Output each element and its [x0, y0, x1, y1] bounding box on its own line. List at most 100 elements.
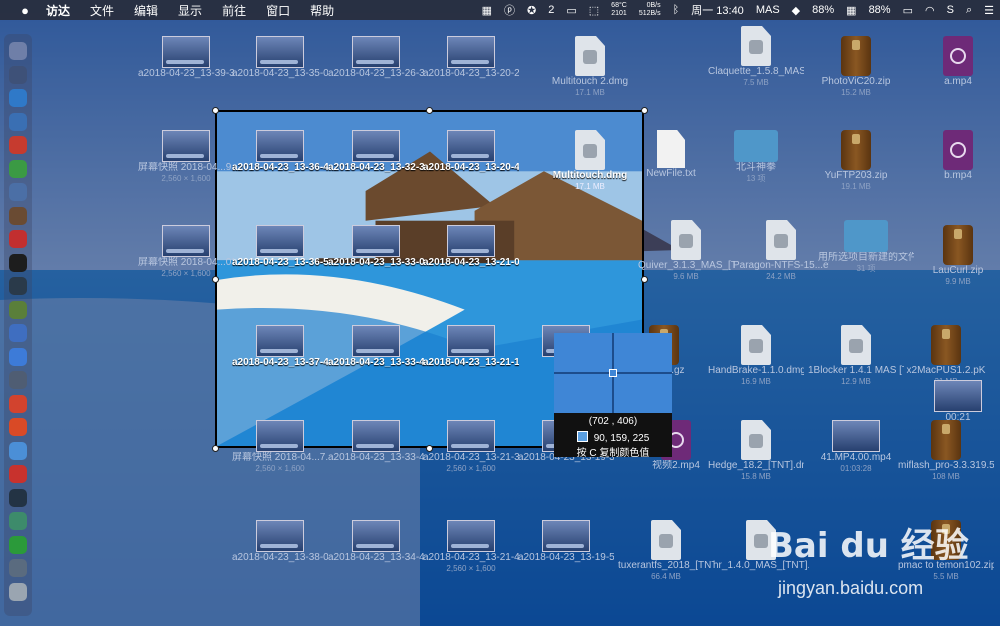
- migration-dock-icon[interactable]: [9, 183, 27, 201]
- transfer-dock-icon[interactable]: [9, 512, 27, 530]
- pref-dock-icon[interactable]: [9, 371, 27, 389]
- activity-dock-icon[interactable]: [9, 488, 27, 507]
- desktop-item[interactable]: 用所选项目新建的文件夹31 项: [818, 220, 914, 274]
- trash-dock-icon[interactable]: [9, 582, 27, 601]
- resize-handle-top-right[interactable]: [641, 107, 648, 114]
- desktop-item[interactable]: LauCurl.zip 9.9 MB: [910, 225, 1000, 287]
- chrome-dock-icon[interactable]: [9, 441, 27, 460]
- mas-label[interactable]: MAS: [750, 4, 786, 16]
- desktop-item[interactable]: Hedge_18.2_[TNT].dmg15.8 MB: [708, 420, 804, 482]
- siri-dock-icon[interactable]: [9, 324, 27, 342]
- spotlight-search-icon[interactable]: ⌕: [960, 4, 978, 17]
- desktop-item-name: a2018-04-23_13-20-49.jpg: [423, 162, 519, 173]
- desktop-item[interactable]: b.mp4: [910, 130, 1000, 182]
- desktop-item[interactable]: a2018-04-23_13-33-45.jpg: [328, 420, 424, 464]
- desktop-item[interactable]: a2018-04-23_13-26-33.jpg: [328, 36, 424, 80]
- desktop-item[interactable]: a2018-04-23_13-21-17.jpg: [423, 325, 519, 369]
- menu-view[interactable]: 显示: [168, 2, 212, 19]
- desktop-item[interactable]: 1Blocker 1.4.1 MAS [TNT].dmg12.9 MB: [808, 325, 904, 387]
- app-icon[interactable]: ◆: [786, 4, 806, 17]
- desktop-item[interactable]: x2MacPUS1.2.pK31 MB: [898, 325, 994, 387]
- wechat-icon[interactable]: ✪: [521, 4, 542, 17]
- desktop-item[interactable]: a2018-04-23_13-21-47.jpg2,560 × 1,600: [423, 520, 519, 574]
- desktop-item[interactable]: a2018-04-23_13-19-54.jpg: [518, 520, 614, 564]
- downloads-dock-icon[interactable]: [9, 559, 27, 577]
- android-studio-dock-icon[interactable]: [9, 159, 27, 178]
- wechat-dock-icon[interactable]: [9, 535, 27, 554]
- desktop-item[interactable]: a2018-04-23_13-36-44.jpg: [232, 130, 328, 174]
- desktop-item[interactable]: 屏幕快照 2018-04...7.51.png2,560 × 1,600: [232, 420, 328, 474]
- desktop-item[interactable]: Multitouch 2.dmg 17.1 MB: [542, 36, 638, 98]
- desktop-item[interactable]: a2018-04-23_13-39-36.jpg: [138, 36, 234, 80]
- resize-handle-top-left[interactable]: [212, 107, 219, 114]
- battery-icon[interactable]: ▭: [897, 4, 919, 17]
- netease-dock-icon[interactable]: [9, 394, 27, 413]
- desktop-item[interactable]: a.mp4: [910, 36, 1000, 88]
- battery-percent-2[interactable]: 88%: [863, 4, 897, 16]
- safari-dock-icon[interactable]: [9, 89, 27, 107]
- video-thumbnail-icon: [934, 380, 982, 412]
- datetime[interactable]: 周一 13:40: [685, 2, 750, 18]
- desktop-item[interactable]: YuFTP203.zip 19.1 MB: [808, 130, 904, 192]
- desktop-item[interactable]: 00:21: [910, 380, 1000, 424]
- desktop-item-name: Quiver_3.1.3_MAS_[TNT].dmg: [638, 260, 734, 271]
- terminal-dock-icon[interactable]: [9, 253, 27, 272]
- console-dock-icon[interactable]: [9, 277, 27, 295]
- menu-file[interactable]: 文件: [80, 2, 124, 19]
- xcode-dock-icon[interactable]: [9, 347, 27, 366]
- resize-handle-top[interactable]: [426, 107, 433, 114]
- desktop-item[interactable]: a2018-04-23_13-21-04.jpg: [423, 225, 519, 269]
- desktop-item[interactable]: NewFile.txt: [623, 130, 719, 180]
- wifi-icon[interactable]: ◠: [919, 4, 941, 17]
- desktop-item[interactable]: 屏幕快照 2018-04...9.57.png2,560 × 1,600: [138, 130, 234, 184]
- finder-dock-icon[interactable]: [9, 42, 27, 60]
- desktop-item[interactable]: a2018-04-23_13-37-45.jpg: [232, 325, 328, 369]
- desktop-item[interactable]: HandBrake-1.1.0.dmg 16.9 MB: [708, 325, 804, 387]
- desktop-item[interactable]: a2018-04-23_13-20-49.jpg: [423, 130, 519, 174]
- apple-menu-icon[interactable]: ●: [14, 3, 36, 18]
- grid2-icon[interactable]: ▦: [840, 4, 862, 17]
- desktop-item[interactable]: a2018-04-23_13-33-00.jpg: [328, 225, 424, 269]
- grid-icon[interactable]: ▦: [476, 4, 498, 17]
- desktop-item[interactable]: a2018-04-23_13-34-49.jpg: [328, 520, 424, 564]
- app-store-dock-icon[interactable]: [9, 112, 27, 131]
- desktop-item[interactable]: 北斗神拳 13 项: [708, 130, 804, 184]
- desktop-item[interactable]: Quiver_3.1.3_MAS_[TNT].dmg9.6 MB: [638, 220, 734, 282]
- desktop-item[interactable]: PhotoViC20.zip 15.2 MB: [808, 36, 904, 98]
- desktop-item[interactable]: a2018-04-23_13-21-30.jpg2,560 × 1,600: [423, 420, 519, 474]
- menu-help[interactable]: 帮助: [300, 2, 344, 19]
- launchpad-dock-icon[interactable]: [9, 65, 27, 84]
- temperature-monitor[interactable]: 68°C 2101: [605, 2, 633, 18]
- menu-edit[interactable]: 编辑: [124, 2, 168, 19]
- desktop-item[interactable]: a2018-04-23_13-35-03.jpg: [232, 36, 328, 80]
- resize-handle-bottom-left[interactable]: [212, 445, 219, 452]
- battery-percent-1[interactable]: 88%: [806, 4, 840, 16]
- s-app-icon[interactable]: S: [941, 4, 960, 16]
- yandex-dock-icon[interactable]: [9, 418, 27, 436]
- notification-center-icon[interactable]: ☰: [978, 4, 1000, 17]
- desktop-item[interactable]: a2018-04-23_13-38-09.jpg: [232, 520, 328, 564]
- vivaldi-dock-icon[interactable]: [9, 465, 27, 483]
- desktop-item[interactable]: a2018-04-23_13-32-36.jpg: [328, 130, 424, 174]
- pocket-dock-icon[interactable]: [9, 230, 27, 248]
- screenshot-icon[interactable]: ⬚: [583, 4, 605, 17]
- app-menu-finder[interactable]: 访达: [36, 2, 80, 19]
- menu-window[interactable]: 窗口: [256, 2, 300, 19]
- display-icon[interactable]: ▭: [560, 4, 582, 17]
- desktop-item[interactable]: a2018-04-23_13-33-40.jpg: [328, 325, 424, 369]
- clock-dock-icon[interactable]: [9, 206, 27, 225]
- menu-go[interactable]: 前往: [212, 2, 256, 19]
- network-monitor[interactable]: 0B/s 512B/s: [633, 2, 667, 18]
- bluetooth-icon[interactable]: ᛒ: [667, 4, 686, 16]
- desktop-item[interactable]: a2018-04-23_13-36-54.jpg: [232, 225, 328, 269]
- desktop-item[interactable]: 屏幕快照 2018-04...03.png2,560 × 1,600: [138, 225, 234, 279]
- pin-icon[interactable]: ⓟ: [498, 2, 521, 18]
- desktop-item[interactable]: tuxerantfs_2018_[TNT].dmg66.4 MB: [618, 520, 714, 582]
- netease-music-dock-icon[interactable]: [9, 136, 27, 154]
- desktop-item[interactable]: 41.MP4.00.mp4 01:03:28: [808, 420, 904, 474]
- maps-dock-icon[interactable]: [9, 300, 27, 319]
- desktop-item[interactable]: a2018-04-23_13-20-26.jpg: [423, 36, 519, 80]
- desktop-item[interactable]: Paragon-NTFS-15...et-.dmg24.2 MB: [733, 220, 829, 282]
- desktop-item[interactable]: Claquette_1.5.8_MAS_In-A...NT].dmg7.5 MB: [708, 26, 804, 88]
- desktop-item[interactable]: miflash_pro-3.3.319.52.zip108 MB: [898, 420, 994, 482]
